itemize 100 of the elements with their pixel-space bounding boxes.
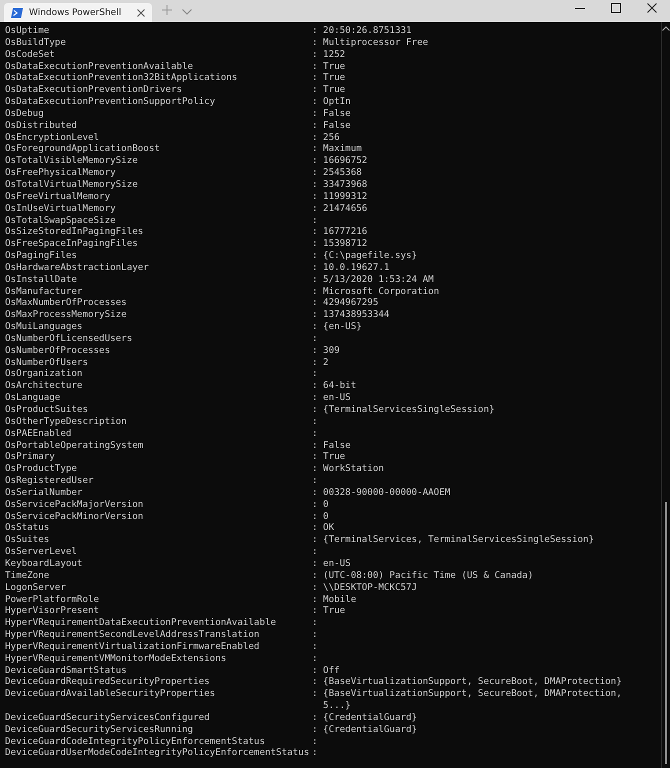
- property-value: : Mobile: [312, 594, 356, 606]
- property-value: : 2: [312, 356, 329, 368]
- property-name: OsDistributed: [5, 120, 78, 132]
- property-name: OsManufacturer: [5, 286, 84, 298]
- property-value: : {TerminalServicesSingleSession}: [312, 404, 495, 416]
- property-value: : True: [312, 84, 346, 96]
- property-name: OsSizeStoredInPagingFiles: [5, 226, 144, 238]
- property-value: :: [312, 546, 318, 558]
- property-value: : 11999312: [312, 190, 368, 203]
- property-value: :: [312, 428, 318, 440]
- property-value: : Multiprocessor Free: [312, 36, 428, 49]
- property-value: :: [312, 368, 318, 380]
- property-value: :: [312, 214, 318, 226]
- property-value: :: [312, 736, 318, 748]
- property-name: OsSuites: [5, 534, 50, 546]
- property-name: HyperVisorPresent: [5, 605, 100, 618]
- property-name: OsInstallDate: [5, 274, 78, 286]
- property-name: DeviceGuardAvailableSecurityProperties: [5, 688, 216, 700]
- property-value: :: [312, 747, 318, 760]
- property-name: TimeZone: [5, 570, 50, 582]
- property-value: : 16696752: [312, 155, 368, 168]
- property-name: OsMaxProcessMemorySize: [5, 309, 128, 322]
- close-tab-icon[interactable]: [137, 8, 145, 16]
- property-name: OsDataExecutionPreventionDrivers: [5, 84, 184, 96]
- property-value: : Off: [312, 664, 340, 676]
- property-name: OsDebug: [5, 108, 45, 120]
- property-value: : en-US: [312, 392, 351, 404]
- property-name: OsDataExecutionPreventionSupportPolicy: [5, 96, 216, 108]
- property-name: OsServicePackMinorVersion: [5, 510, 144, 522]
- property-value: : {C:\pagefile.sys}: [312, 250, 418, 262]
- property-name: OsDataExecutionPreventionAvailable: [5, 60, 194, 72]
- property-name: OsTotalSwapSpaceSize: [5, 214, 117, 226]
- property-name: OsStatus: [5, 522, 50, 534]
- property-value: : 00328-90000-00000-AAOEM: [312, 486, 450, 499]
- property-value: : {BaseVirtualizationSupport, SecureBoot, DMAProtection,: [312, 688, 622, 700]
- property-value: : en-US: [312, 558, 351, 570]
- property-value: :: [312, 617, 318, 630]
- property-name: OsNumberOfProcesses: [5, 344, 112, 357]
- property-name: OsMaxNumberOfProcesses: [5, 297, 128, 310]
- property-value: : True: [312, 605, 346, 618]
- property-name: OsNumberOfLicensedUsers: [5, 332, 134, 345]
- property-value: : 10.0.19627.1: [312, 262, 390, 274]
- property-name: OsProductType: [5, 463, 78, 476]
- property-value: :: [312, 416, 318, 428]
- property-name: OsPagingFiles: [5, 250, 78, 262]
- scrollbar-thumb[interactable]: [665, 502, 667, 764]
- property-value: : 16777216: [312, 226, 368, 238]
- property-name: OsArchitecture: [5, 380, 84, 392]
- property-value: : 309: [312, 344, 340, 357]
- terminal-tab[interactable]: Windows PowerShell: [4, 3, 152, 22]
- property-value: : {BaseVirtualizationSupport, SecureBoot, DMAProtection}: [312, 676, 622, 688]
- property-value: 5...}: [322, 700, 351, 712]
- property-name: OsEncryptionLevel: [5, 132, 100, 144]
- property-value: : WorkStation: [312, 463, 384, 476]
- property-value: : (UTC-08:00) Pacific Time (US & Canada): [312, 570, 534, 582]
- property-name: OsFreeSpaceInPagingFiles: [5, 238, 139, 250]
- property-name: OsDataExecutionPrevention32BitApplications: [5, 72, 238, 84]
- property-name: OsUptime: [5, 25, 50, 37]
- property-value: : False: [312, 120, 351, 132]
- property-name: OsRegisteredUser: [5, 475, 95, 487]
- property-value: : 256: [312, 132, 340, 144]
- property-name: OsFreeVirtualMemory: [5, 190, 112, 203]
- property-value: : 15398712: [312, 238, 368, 250]
- property-value: :: [312, 640, 318, 653]
- property-value: : {en-US}: [312, 321, 362, 333]
- property-value: : {CredentialGuard}: [312, 712, 418, 724]
- property-value: : \\DESKTOP-MCKC57J: [312, 582, 418, 594]
- property-name: OsOtherTypeDescription: [5, 416, 128, 428]
- property-name: OsProductSuites: [5, 404, 89, 416]
- property-name: OsPortableOperatingSystem: [5, 440, 144, 452]
- property-name: OsServicePackMajorVersion: [5, 498, 144, 511]
- property-name: DeviceGuardSecurityServicesConfigured: [5, 712, 211, 724]
- close-icon[interactable]: [647, 3, 657, 13]
- property-name: OsTotalVisibleMemorySize: [5, 155, 139, 168]
- property-value: :: [312, 475, 318, 487]
- property-value: : 1252: [312, 48, 346, 61]
- property-name: OsPrimary: [5, 451, 56, 464]
- property-value: : True: [312, 72, 346, 84]
- property-name: OsForegroundApplicationBoost: [5, 143, 161, 156]
- property-name: HyperVRequirementVMMonitorModeExtensions: [5, 652, 228, 665]
- scrollbar[interactable]: [661, 22, 670, 768]
- property-value: :: [312, 629, 318, 641]
- property-value: : 4294967295: [312, 297, 378, 310]
- property-name: OsServerLevel: [5, 546, 78, 558]
- property-value: : False: [312, 440, 351, 452]
- property-value: : 20:50:26.8751331: [312, 25, 412, 37]
- property-value: :: [312, 652, 318, 665]
- property-name: PowerPlatformRole: [5, 594, 100, 606]
- scroll-up-icon[interactable]: [662, 26, 670, 31]
- property-name: OsSerialNumber: [5, 486, 84, 499]
- property-value: : OptIn: [312, 96, 351, 108]
- property-value: : True: [312, 60, 346, 72]
- maximize-icon[interactable]: [611, 3, 621, 13]
- property-name: HyperVRequirementSecondLevelAddressTranslation: [5, 629, 260, 641]
- property-name: OsMuiLanguages: [5, 321, 84, 333]
- property-name: OsPAEEnabled: [5, 428, 72, 440]
- property-name: HyperVRequirementVirtualizationFirmwareEnabled: [5, 640, 260, 653]
- property-name: OsOrganization: [5, 368, 84, 380]
- property-name: DeviceGuardCodeIntegrityPolicyEnforcementStatus: [5, 736, 266, 748]
- property-name: DeviceGuardRequiredSecurityProperties: [5, 676, 211, 688]
